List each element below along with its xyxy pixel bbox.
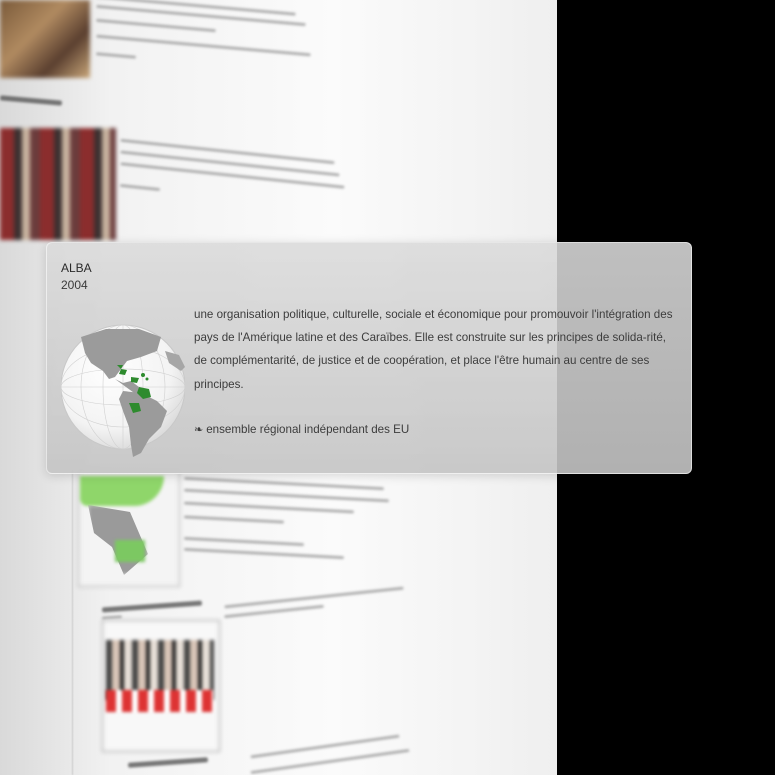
card-year: 2004 — [61, 278, 88, 292]
background-divider — [72, 470, 73, 775]
background-text-line — [184, 476, 384, 491]
globe-map-icon — [61, 324, 185, 457]
background-map-region — [115, 540, 145, 562]
background-cartoon-sign — [106, 690, 214, 712]
card-description: une organisation politique, culturelle, … — [194, 308, 673, 391]
background-text-line — [184, 488, 389, 503]
background-text-line — [183, 515, 285, 524]
background-text-line — [120, 150, 340, 177]
background-text-line — [120, 162, 345, 189]
background-heading — [127, 757, 209, 768]
card-note-text: ensemble régional indépendant des EU — [206, 423, 410, 436]
background-photo-top — [0, 0, 90, 78]
fleuron-icon: ❧ — [194, 424, 204, 436]
background-text-line — [184, 547, 344, 560]
background-text-line — [120, 138, 335, 165]
background-text-line — [119, 183, 161, 192]
background-heading — [101, 600, 203, 613]
card-note: ❧ ensemble régional indépendant des EU — [194, 423, 409, 436]
background-photo-protest — [0, 128, 116, 240]
background-heading — [0, 95, 63, 106]
background-text-line — [96, 34, 311, 57]
background-text-line — [95, 52, 137, 59]
background-text-line — [96, 18, 216, 33]
background-text-line — [184, 501, 354, 514]
background-text-line — [184, 536, 304, 547]
card-title: ALBA — [61, 261, 92, 275]
alba-info-card[interactable]: ALBA 2004 une organisation politique, cu… — [46, 242, 692, 474]
